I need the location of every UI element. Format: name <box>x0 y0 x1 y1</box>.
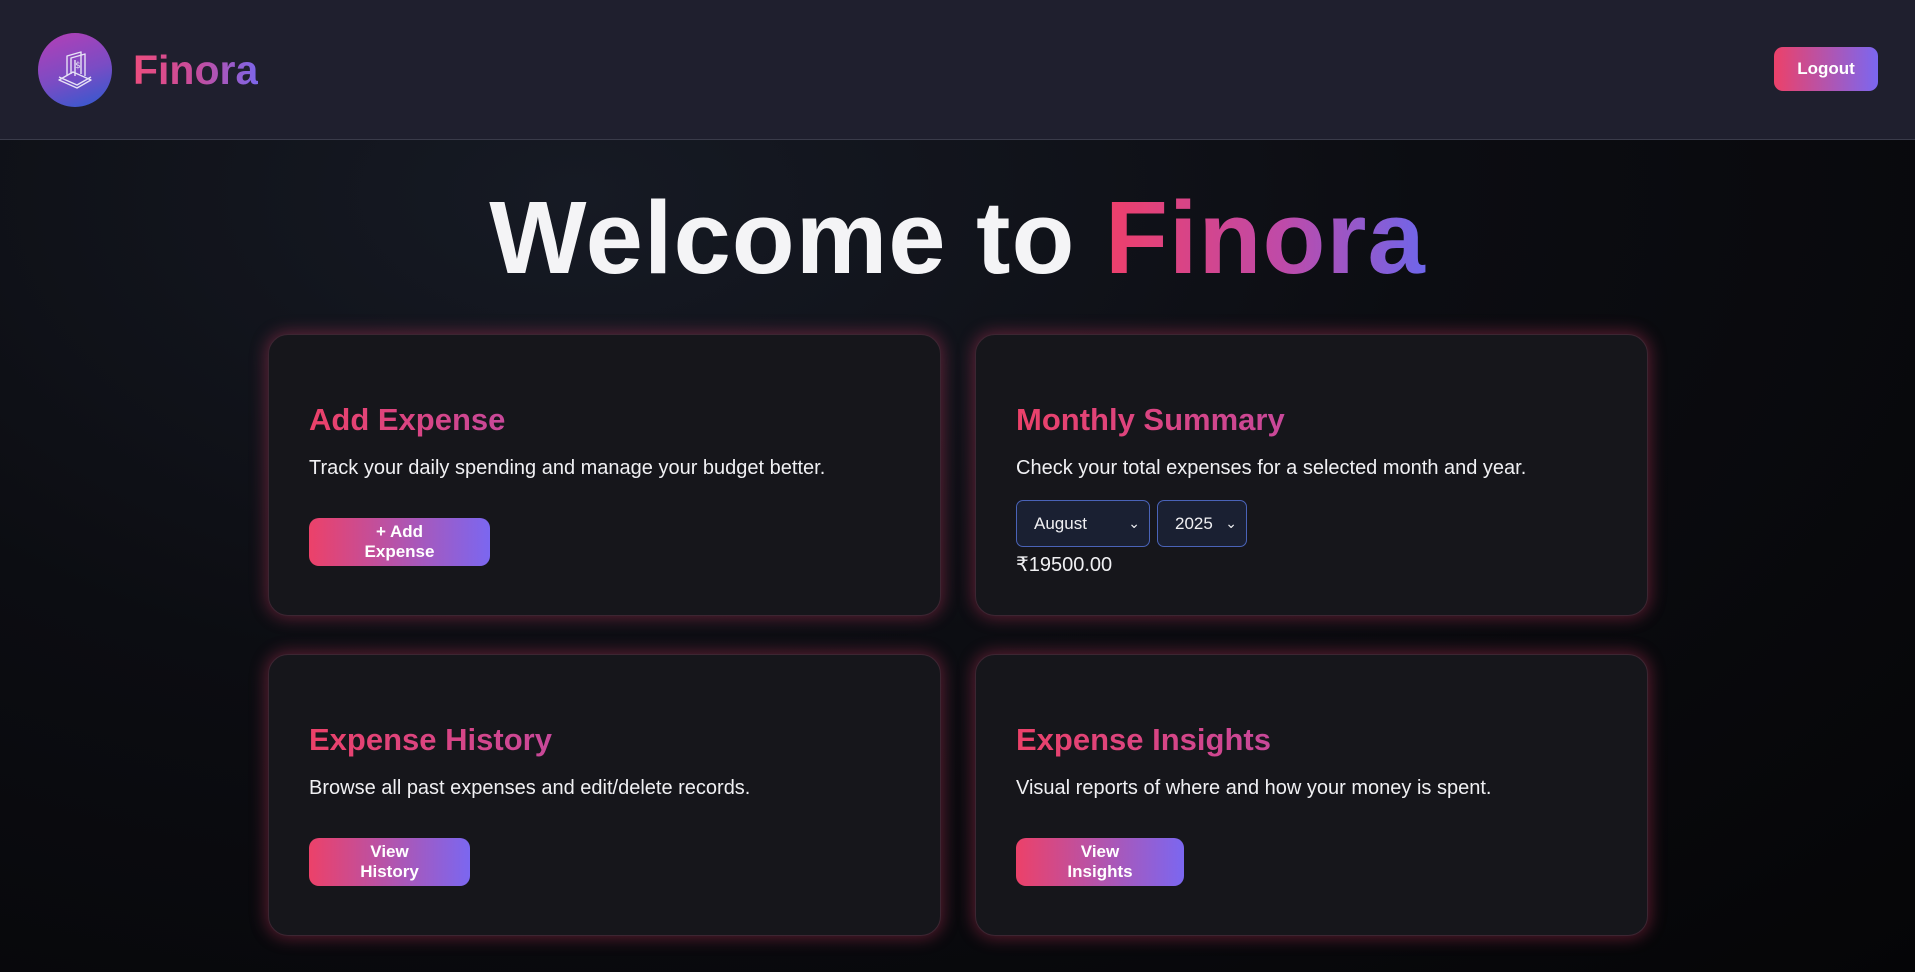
add-expense-button[interactable]: + Add Expense <box>309 518 490 566</box>
expense-history-description: Browse all past expenses and edit/delete… <box>309 777 751 799</box>
year-select[interactable]: 2025 ⌄ <box>1157 500 1247 547</box>
svg-text:$: $ <box>75 61 81 71</box>
expense-history-title: Expense History <box>309 722 552 757</box>
chevron-down-icon: ⌄ <box>1225 515 1237 531</box>
view-insights-button[interactable]: View Insights <box>1016 838 1184 886</box>
page-title: Welcome to Finora <box>0 178 1915 298</box>
monthly-summary-card: Monthly Summary Check your total expense… <box>975 334 1648 616</box>
logo[interactable]: $ <box>38 33 112 107</box>
chevron-down-icon: ⌄ <box>1128 515 1140 531</box>
add-expense-title: Add Expense <box>309 402 506 437</box>
money-stack-icon: $ <box>58 51 92 89</box>
expense-insights-title: Expense Insights <box>1016 722 1271 757</box>
add-expense-description: Track your daily spending and manage you… <box>309 457 826 479</box>
expense-history-card: Expense History Browse all past expenses… <box>268 654 941 936</box>
view-history-button[interactable]: View History <box>309 838 470 886</box>
year-select-value: 2025 <box>1175 514 1213 533</box>
page-title-prefix: Welcome to <box>489 180 1106 295</box>
page-title-brand: Finora <box>1105 180 1426 295</box>
navbar: $ Finora Logout <box>0 0 1915 140</box>
brand-name[interactable]: Finora <box>133 44 258 96</box>
monthly-total: ₹19500.00 <box>1016 554 1113 576</box>
month-select[interactable]: August ⌄ <box>1016 500 1150 547</box>
expense-insights-description: Visual reports of where and how your mon… <box>1016 777 1492 799</box>
monthly-summary-description: Check your total expenses for a selected… <box>1016 457 1527 479</box>
monthly-summary-title: Monthly Summary <box>1016 402 1285 437</box>
month-select-value: August <box>1034 514 1087 533</box>
add-expense-card: Add Expense Track your daily spending an… <box>268 334 941 616</box>
logout-button[interactable]: Logout <box>1774 47 1878 91</box>
expense-insights-card: Expense Insights Visual reports of where… <box>975 654 1648 936</box>
